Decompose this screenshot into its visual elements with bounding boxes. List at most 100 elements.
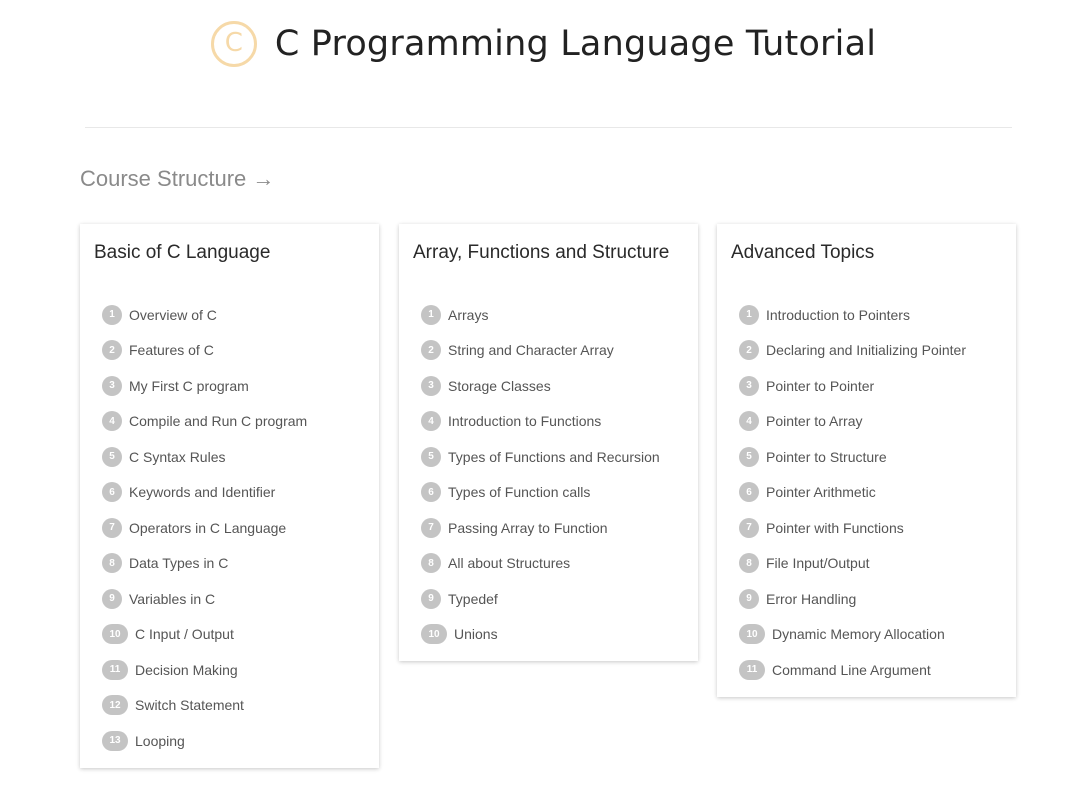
topic-label: Pointer with Functions — [766, 519, 904, 536]
number-badge: 8 — [421, 553, 441, 574]
number-badge: 3 — [739, 375, 759, 396]
topic-link[interactable]: 7 Pointer with Functions — [739, 510, 1002, 546]
topic-link[interactable]: 11 Command Line Argument — [739, 652, 1002, 688]
topic-label: Data Types in C — [129, 555, 229, 572]
topic-list: 1 Overview of C 2 Features of C 3 My First … — [94, 297, 365, 759]
number-badge: 4 — [421, 411, 441, 432]
topic-label: Types of Functions and Recursion — [448, 448, 660, 465]
logo-glyph: C — [224, 28, 243, 58]
topic-link[interactable]: 10 C Input / Output — [102, 617, 365, 653]
topic-link[interactable]: 7 Passing Array to Function — [421, 510, 684, 546]
copyright-logo-icon[interactable]: C — [210, 21, 257, 67]
topic-link[interactable]: 3 Storage Classes — [421, 368, 684, 404]
topic-link[interactable]: 1 Arrays — [421, 297, 684, 333]
number-badge: 2 — [739, 340, 759, 361]
topic-link[interactable]: 9 Error Handling — [739, 581, 1002, 617]
topic-label: Dynamic Memory Allocation — [772, 626, 945, 643]
topic-label: All about Structures — [448, 555, 571, 572]
number-badge: 7 — [102, 517, 122, 538]
number-badge: 4 — [102, 411, 122, 432]
number-badge: 1 — [739, 304, 759, 325]
topic-link[interactable]: 1 Overview of C — [102, 297, 365, 333]
topic-link[interactable]: 4 Pointer to Array — [739, 404, 1002, 440]
number-badge: 10 — [421, 624, 447, 645]
topic-label: My First C program — [129, 377, 249, 394]
topic-link[interactable]: 10 Unions — [421, 617, 684, 653]
topic-label: Pointer Arithmetic — [766, 484, 876, 501]
topic-link[interactable]: 6 Types of Function calls — [421, 475, 684, 511]
page: C C Programming Language Tutorial Course… — [0, 0, 1087, 800]
topic-link[interactable]: 6 Keywords and Identifier — [102, 475, 365, 511]
topic-link[interactable]: 5 Pointer to Structure — [739, 439, 1002, 475]
card-array-functions-structure: Array, Functions and Structure 1 Arrays 2… — [399, 224, 698, 661]
topic-link[interactable]: 2 Features of C — [102, 333, 365, 369]
topic-link[interactable]: 3 My First C program — [102, 368, 365, 404]
topic-label: Pointer to Array — [766, 413, 863, 430]
topic-link[interactable]: 8 All about Structures — [421, 546, 684, 582]
number-badge: 5 — [421, 446, 441, 467]
topic-label: Features of C — [129, 342, 214, 359]
topic-label: C Input / Output — [135, 626, 234, 643]
topic-link[interactable]: 5 C Syntax Rules — [102, 439, 365, 475]
number-badge: 9 — [739, 588, 759, 609]
number-badge: 6 — [739, 482, 759, 503]
card-title: Advanced Topics — [731, 242, 875, 263]
topic-link[interactable]: 13 Looping — [102, 723, 365, 759]
topic-label: String and Character Array — [448, 342, 614, 359]
number-badge: 5 — [739, 446, 759, 467]
topic-link[interactable]: 9 Typedef — [421, 581, 684, 617]
topic-link[interactable]: 4 Compile and Run C program — [102, 404, 365, 440]
course-structure-heading: Course Structure → — [80, 166, 275, 191]
topic-link[interactable]: 6 Pointer Arithmetic — [739, 475, 1002, 511]
topic-link[interactable]: 7 Operators in C Language — [102, 510, 365, 546]
topic-label: C Syntax Rules — [129, 448, 226, 465]
topic-link[interactable]: 2 Declaring and Initializing Pointer — [739, 333, 1002, 369]
topic-link[interactable]: 12 Switch Statement — [102, 688, 365, 724]
topic-label: Variables in C — [129, 590, 216, 607]
topic-label: Types of Function calls — [448, 484, 591, 501]
topic-label: Passing Array to Function — [448, 519, 608, 536]
number-badge: 3 — [102, 375, 122, 396]
number-badge: 1 — [102, 304, 122, 325]
topic-link[interactable]: 8 File Input/Output — [739, 546, 1002, 582]
topic-link[interactable]: 3 Pointer to Pointer — [739, 368, 1002, 404]
topic-label: File Input/Output — [766, 555, 870, 572]
number-badge: 4 — [739, 411, 759, 432]
topic-label: Pointer to Pointer — [766, 377, 875, 394]
number-badge: 10 — [102, 624, 128, 645]
topic-label: Switch Statement — [135, 697, 244, 714]
topic-link[interactable]: 8 Data Types in C — [102, 546, 365, 582]
site-header: C C Programming Language Tutorial — [0, 18, 1087, 70]
number-badge: 7 — [421, 517, 441, 538]
topic-list: 1 Introduction to Pointers 2 Declaring and… — [731, 297, 1002, 688]
number-badge: 6 — [421, 482, 441, 503]
number-badge: 7 — [739, 517, 759, 538]
topic-link[interactable]: 1 Introduction to Pointers — [739, 297, 1002, 333]
topic-label: Storage Classes — [448, 377, 551, 394]
topic-label: Declaring and Initializing Pointer — [766, 342, 966, 359]
topic-label: Overview of C — [129, 306, 217, 323]
number-badge: 9 — [102, 588, 122, 609]
topic-link[interactable]: 10 Dynamic Memory Allocation — [739, 617, 1002, 653]
number-badge: 13 — [102, 730, 128, 751]
topic-label: Looping — [135, 732, 185, 749]
topic-list: 1 Arrays 2 String and Character Array 3 Sto… — [413, 297, 684, 652]
topic-link[interactable]: 11 Decision Making — [102, 652, 365, 688]
number-badge: 5 — [102, 446, 122, 467]
number-badge: 6 — [102, 482, 122, 503]
card-title: Basic of C Language — [94, 242, 271, 263]
card-advanced-topics: Advanced Topics 1 Introduction to Pointer… — [717, 224, 1016, 697]
number-badge: 2 — [421, 340, 441, 361]
topic-link[interactable]: 2 String and Character Array — [421, 333, 684, 369]
number-badge: 9 — [421, 588, 441, 609]
number-badge: 1 — [421, 304, 441, 325]
topic-link[interactable]: 5 Types of Functions and Recursion — [421, 439, 684, 475]
number-badge: 2 — [102, 340, 122, 361]
topic-link[interactable]: 9 Variables in C — [102, 581, 365, 617]
header-divider — [85, 127, 1012, 128]
topic-link[interactable]: 4 Introduction to Functions — [421, 404, 684, 440]
topic-label: Introduction to Functions — [448, 413, 602, 430]
topic-label: Unions — [454, 626, 498, 643]
topic-label: Keywords and Identifier — [129, 484, 276, 501]
topic-label: Decision Making — [135, 661, 238, 678]
